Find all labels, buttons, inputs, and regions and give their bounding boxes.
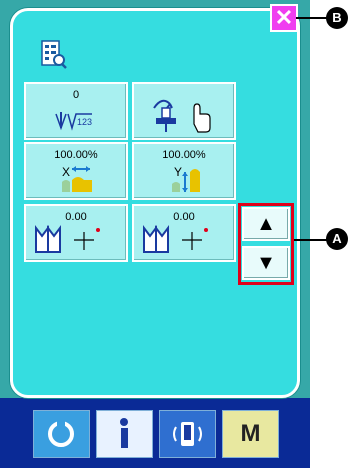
- information-button[interactable]: [96, 410, 153, 458]
- mode-button[interactable]: M: [222, 410, 279, 458]
- y-axis-label: Y: [174, 165, 182, 179]
- callout-a: A: [326, 228, 348, 250]
- info-icon: [120, 418, 128, 448]
- pattern-list-icon: [41, 40, 67, 69]
- chevron-up-icon: ▲: [256, 213, 276, 235]
- scroll-down-button[interactable]: ▼: [242, 246, 290, 280]
- communication-icon: [173, 422, 202, 446]
- callout-a-line: [294, 239, 328, 241]
- ready-icon: [48, 419, 74, 447]
- close-button[interactable]: ✕: [270, 4, 298, 32]
- x-move-tile[interactable]: 0.00: [24, 204, 128, 262]
- x-axis-label: X: [62, 165, 70, 179]
- x-scale-icon: X: [62, 165, 92, 192]
- callout-b: B: [326, 7, 348, 29]
- y-move-tile[interactable]: 0.00: [132, 204, 236, 262]
- y-scale-tile[interactable]: 100.00% Y: [132, 142, 236, 200]
- y-move-icon: [143, 225, 208, 253]
- x-move-icon: [35, 225, 100, 253]
- stitch-count-label: 123: [77, 117, 92, 127]
- hand-operation-tile[interactable]: [132, 82, 236, 140]
- ready-button[interactable]: [33, 410, 90, 458]
- scroll-up-button[interactable]: ▲: [242, 207, 290, 241]
- hand-operation-icon: [153, 99, 211, 133]
- mode-label: M: [240, 420, 261, 447]
- x-scale-tile[interactable]: 100.00% X: [24, 142, 128, 200]
- callout-b-line: [296, 17, 328, 19]
- communication-button[interactable]: [159, 410, 216, 458]
- stitch-count-icon: 123: [55, 112, 92, 131]
- chevron-down-icon: ▼: [256, 252, 276, 274]
- y-scale-icon: Y: [172, 165, 200, 192]
- stitch-count-tile[interactable]: 0 123: [24, 82, 128, 140]
